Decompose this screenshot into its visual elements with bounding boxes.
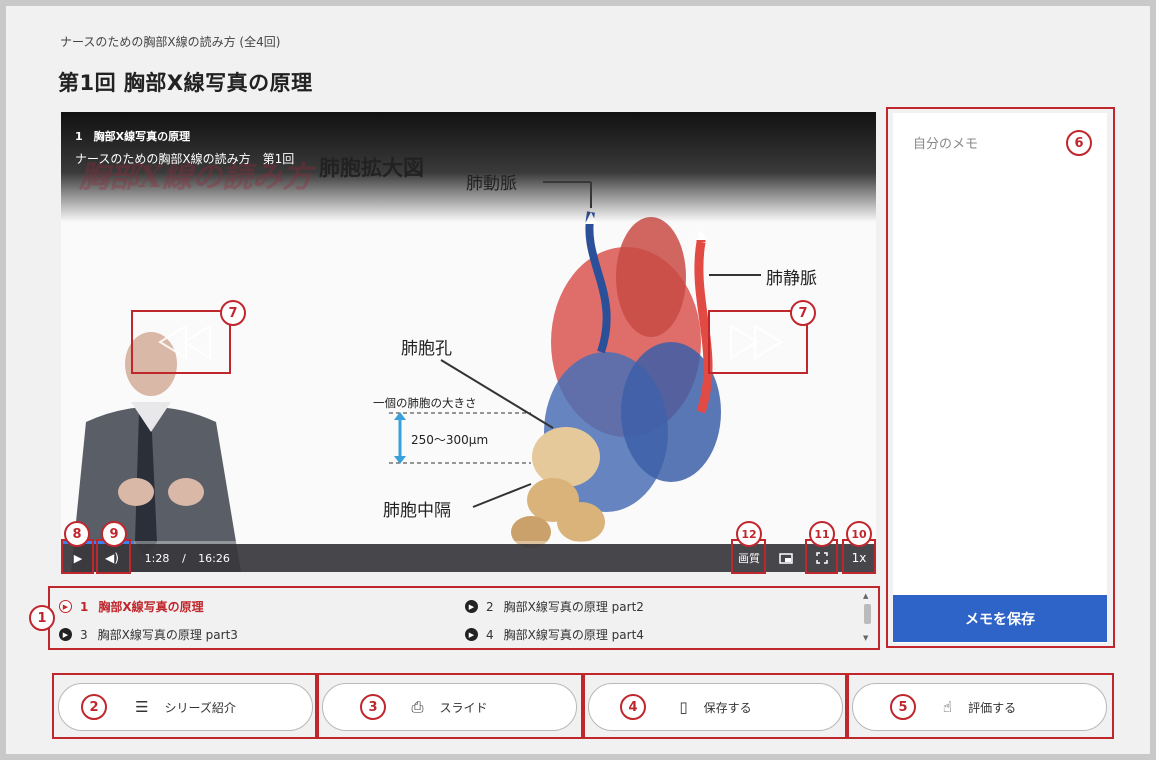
annotation-badge-5: 5 xyxy=(890,694,916,720)
annotation-badge-9: 9 xyxy=(101,521,127,547)
picture-in-picture-icon xyxy=(779,552,793,564)
screenshot-frame: ナースのための胸部X線の読み方 (全4回) 第1回 胸部X線写真の原理 胸部X線… xyxy=(0,0,1156,760)
video-series-line: ナースのための胸部X線の読み方 第1回 xyxy=(75,152,295,166)
annotation-badge-10: 10 xyxy=(846,521,872,547)
annotation-box-memo xyxy=(886,107,1115,648)
annotation-badge-3: 3 xyxy=(360,694,386,720)
current-time: 1:28 xyxy=(144,551,170,565)
video-episode-title: 1 胸部X線写真の原理 xyxy=(75,130,191,143)
annotation-badge-11: 11 xyxy=(809,521,835,547)
duration: 16:26 xyxy=(198,551,230,565)
annotation-box-rate xyxy=(847,673,1114,739)
label-pulmonary-vein: 肺静脈 xyxy=(766,269,817,289)
page-title: 第1回 胸部X線写真の原理 xyxy=(58,71,313,95)
time-separator: / xyxy=(182,551,186,565)
label-size-range: 250～300μm xyxy=(411,433,489,447)
alveoli-cluster xyxy=(511,211,721,548)
slide-title: 肺胞拡大図 xyxy=(319,156,424,180)
annotation-badge-12: 12 xyxy=(736,521,762,547)
annotation-box-playlist xyxy=(48,586,880,650)
annotation-badge-7-left: 7 xyxy=(220,300,246,326)
annotation-badge-1: 1 xyxy=(29,605,55,631)
annotation-badge-8: 8 xyxy=(64,521,90,547)
annotation-badge-4: 4 xyxy=(620,694,646,720)
label-alveolar-septum: 肺胞中隔 xyxy=(383,501,451,521)
annotation-badge-6: 6 xyxy=(1066,130,1092,156)
annotation-box-slides xyxy=(317,673,583,739)
annotation-box-rewind xyxy=(131,310,231,374)
label-pulmonary-artery: 肺動脈 xyxy=(466,174,517,194)
annotation-badge-7-right: 7 xyxy=(790,300,816,326)
annotation-badge-2: 2 xyxy=(81,694,107,720)
label-alveolar-pore: 肺胞孔 xyxy=(401,339,452,359)
breadcrumb[interactable]: ナースのための胸部X線の読み方 (全4回) xyxy=(60,33,280,50)
pip-button[interactable] xyxy=(772,544,800,572)
label-alveolus-size: 一個の肺胞の大きさ xyxy=(373,396,477,410)
